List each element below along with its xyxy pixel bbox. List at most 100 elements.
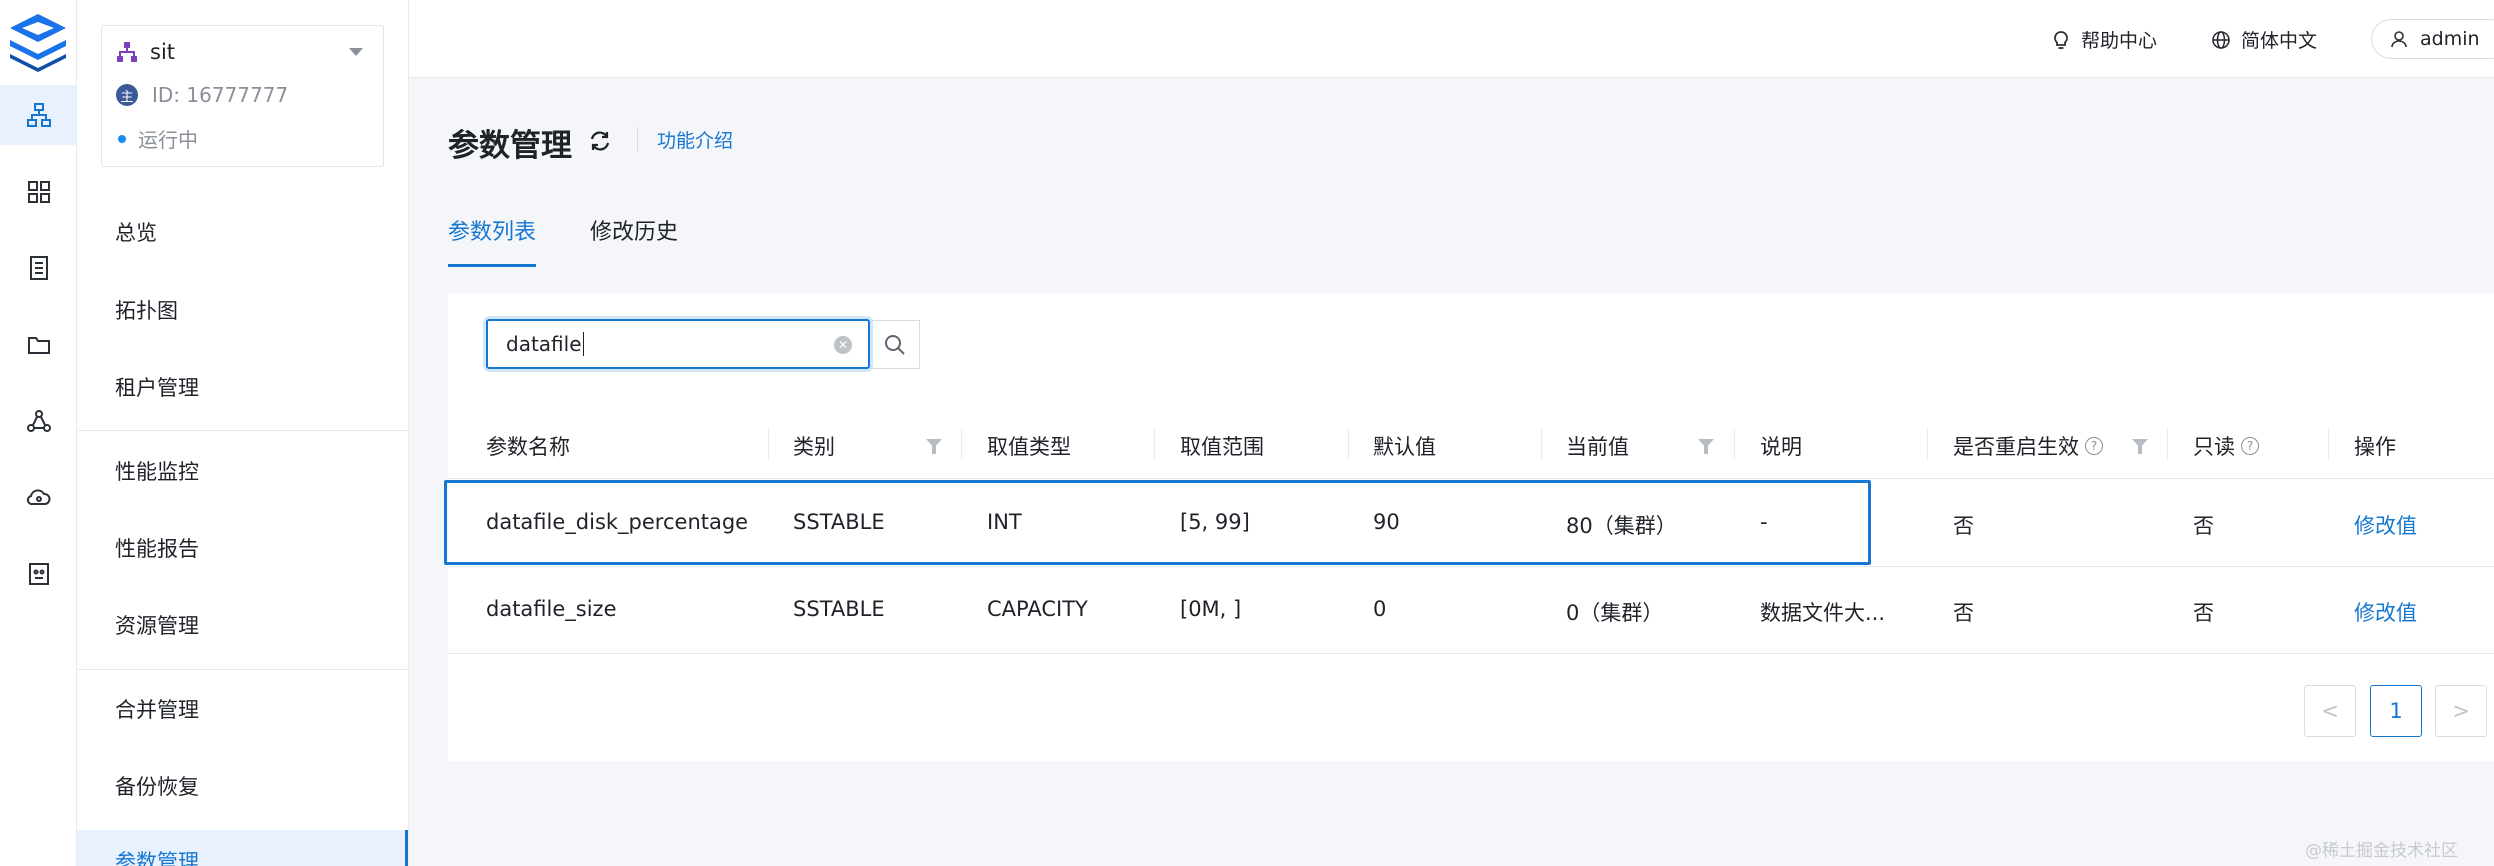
search-input[interactable]: datafile ✕ bbox=[486, 319, 870, 369]
rail-folder-item[interactable] bbox=[0, 315, 77, 375]
column-header[interactable]: 参数名称 bbox=[486, 431, 570, 461]
cluster-topology-icon bbox=[26, 103, 51, 127]
refresh-icon[interactable] bbox=[588, 129, 612, 153]
rail-robot-item[interactable] bbox=[0, 544, 77, 604]
page-1-button[interactable]: 1 bbox=[2370, 685, 2422, 737]
column-header: 操作 bbox=[2354, 435, 2396, 459]
icon-rail bbox=[0, 0, 77, 866]
cluster-hierarchy-icon bbox=[117, 42, 137, 62]
cell-param-name: datafile_disk_percentage bbox=[486, 510, 749, 534]
column-divider bbox=[1348, 429, 1349, 459]
column-header-readonly[interactable]: 只读 ? bbox=[2193, 431, 2259, 461]
prev-page-button[interactable]: < bbox=[2304, 685, 2356, 737]
menu-item-overview[interactable]: 总览 bbox=[115, 217, 157, 247]
filter-icon[interactable] bbox=[1698, 439, 1714, 454]
cluster-status: 运行中 bbox=[138, 128, 198, 152]
logo-icon[interactable] bbox=[6, 12, 70, 72]
column-divider bbox=[1927, 429, 1928, 459]
menu-item-tenants[interactable]: 租户管理 bbox=[115, 372, 199, 402]
cell-readonly: 否 bbox=[2193, 514, 2214, 538]
help-center-label: 帮助中心 bbox=[2081, 30, 2158, 52]
rail-graph-item[interactable] bbox=[0, 391, 77, 451]
cluster-status-row: 运行中 bbox=[116, 124, 198, 153]
column-header[interactable]: 取值范围 bbox=[1180, 431, 1264, 461]
cell-readonly: 否 bbox=[2193, 601, 2214, 625]
cluster-selector[interactable]: sit 主 ID: 16777777 运行中 bbox=[101, 25, 384, 167]
cluster-id-row: 主 ID: 16777777 bbox=[116, 83, 288, 107]
language-switcher[interactable]: 简体中文 bbox=[2211, 26, 2317, 53]
column-divider bbox=[2328, 429, 2329, 459]
text-cursor bbox=[582, 332, 584, 356]
cell-category: SSTABLE bbox=[793, 597, 885, 621]
globe-icon bbox=[2212, 30, 2230, 49]
menu-item-resources[interactable]: 资源管理 bbox=[115, 610, 199, 640]
user-name: admin bbox=[2420, 28, 2480, 50]
column-divider bbox=[1154, 429, 1155, 459]
search-button[interactable] bbox=[871, 320, 920, 369]
status-dot-icon bbox=[118, 134, 126, 143]
secondary-sidebar: sit 主 ID: 16777777 运行中 总览 拓扑图 租户管理 性能监控 … bbox=[77, 0, 409, 866]
tab-modify-history[interactable]: 修改历史 bbox=[590, 214, 678, 246]
cell-value-type: CAPACITY bbox=[987, 597, 1088, 621]
column-header[interactable]: 取值类型 bbox=[987, 431, 1071, 461]
menu-item-perf-report[interactable]: 性能报告 bbox=[115, 533, 199, 563]
column-header[interactable]: 默认值 bbox=[1373, 431, 1436, 461]
help-icon[interactable]: ? bbox=[2241, 437, 2259, 455]
column-divider bbox=[768, 429, 769, 459]
cluster-name-row: sit bbox=[116, 40, 175, 64]
rail-cloud-item[interactable] bbox=[0, 468, 77, 528]
cell-param-name: datafile_size bbox=[486, 597, 617, 621]
cell-description: - bbox=[1760, 510, 1768, 534]
table-row[interactable]: datafile_size SSTABLE CAPACITY [0M, ] 0 … bbox=[448, 567, 2494, 654]
menu-divider bbox=[77, 430, 408, 431]
title-separator bbox=[637, 127, 638, 151]
cell-current: 0（集群） bbox=[1566, 601, 1664, 625]
language-label: 简体中文 bbox=[2241, 30, 2318, 52]
rail-cluster-item[interactable] bbox=[0, 85, 77, 145]
cell-restart: 否 bbox=[1953, 601, 1974, 625]
cluster-name: sit bbox=[150, 40, 176, 64]
parameter-card: datafile ✕ 参数名称 类别 取值类型 取值范围 默认值 当前值 说明 … bbox=[444, 293, 2494, 761]
modify-value-link[interactable]: 修改值 bbox=[2354, 597, 2417, 627]
feature-intro-link[interactable]: 功能介绍 bbox=[657, 126, 733, 153]
table-row[interactable]: datafile_disk_percentage SSTABLE INT [5,… bbox=[448, 480, 2494, 567]
column-header[interactable]: 说明 bbox=[1760, 431, 1802, 461]
menu-item-backup[interactable]: 备份恢复 bbox=[115, 771, 199, 801]
column-header[interactable]: 当前值 bbox=[1566, 431, 1629, 461]
search-input-value: datafile bbox=[506, 332, 582, 356]
column-header-label: 是否重启生效 bbox=[1953, 435, 2079, 459]
column-divider bbox=[1734, 429, 1735, 459]
modify-value-link[interactable]: 修改值 bbox=[2354, 510, 2417, 540]
cell-category: SSTABLE bbox=[793, 510, 885, 534]
filter-icon[interactable] bbox=[926, 439, 942, 454]
rail-document-item[interactable] bbox=[0, 238, 77, 298]
document-list-icon bbox=[29, 256, 48, 280]
cell-current: 80（集群） bbox=[1566, 514, 1677, 538]
cell-restart: 否 bbox=[1953, 514, 1974, 538]
next-page-button[interactable]: > bbox=[2435, 685, 2487, 737]
menu-item-topology[interactable]: 拓扑图 bbox=[115, 295, 178, 325]
rail-grid-item[interactable] bbox=[0, 162, 77, 222]
tab-parameter-list[interactable]: 参数列表 bbox=[448, 214, 537, 267]
cluster-id: ID: 16777777 bbox=[152, 83, 289, 107]
robot-face-icon bbox=[28, 563, 49, 585]
clear-icon[interactable]: ✕ bbox=[834, 336, 852, 354]
help-icon[interactable]: ? bbox=[2085, 437, 2103, 455]
cell-description: 数据文件大... bbox=[1760, 601, 1886, 625]
top-header: 帮助中心 简体中文 admin bbox=[409, 0, 2494, 78]
column-header[interactable]: 类别 bbox=[793, 431, 835, 461]
menu-item-parameters[interactable]: 参数管理 bbox=[77, 830, 408, 866]
graph-nodes-icon bbox=[26, 410, 51, 432]
filter-icon[interactable] bbox=[2132, 439, 2148, 454]
user-menu[interactable]: admin bbox=[2371, 19, 2494, 59]
column-header-restart[interactable]: 是否重启生效 ? bbox=[1953, 431, 2103, 461]
column-divider bbox=[1541, 429, 1542, 459]
help-center-link[interactable]: 帮助中心 bbox=[2051, 26, 2157, 53]
cell-default: 90 bbox=[1373, 510, 1400, 534]
menu-item-perf-monitor[interactable]: 性能监控 bbox=[115, 456, 199, 486]
menu-item-merge[interactable]: 合并管理 bbox=[115, 694, 199, 724]
primary-badge: 主 bbox=[116, 84, 138, 106]
cell-value-range: [0M, ] bbox=[1180, 597, 1242, 621]
grid-icon bbox=[27, 181, 50, 203]
search-icon bbox=[885, 334, 905, 355]
